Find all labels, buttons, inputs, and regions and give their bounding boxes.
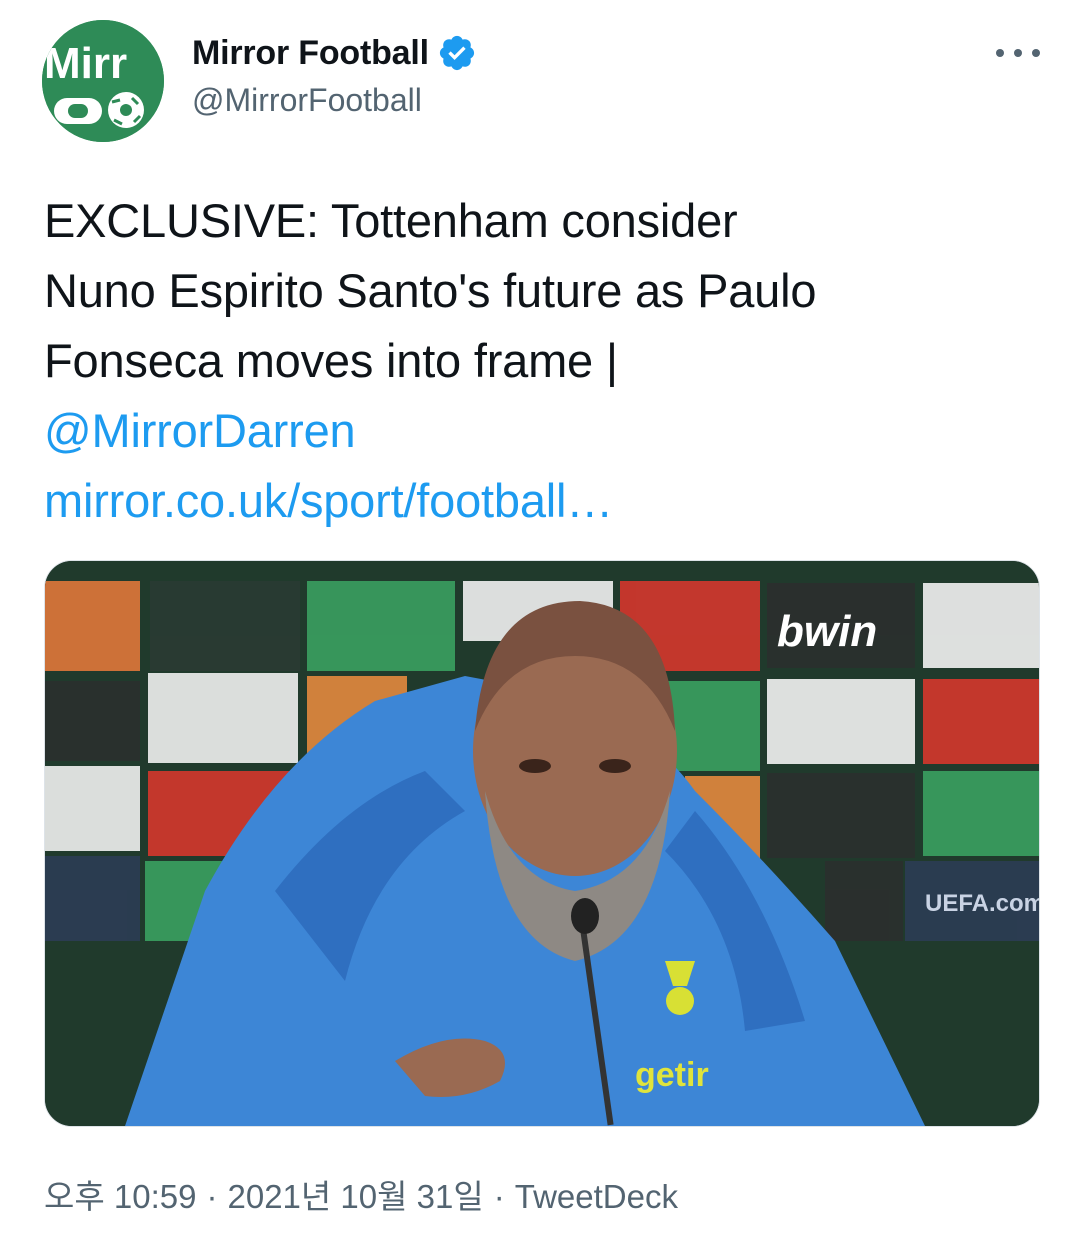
tweet-text: EXCLUSIVE: Tottenham consider Nuno Espir… (44, 186, 1044, 536)
tweet-photo[interactable]: bwin UEFA.com getir (44, 560, 1040, 1127)
tweet-line: Fonseca moves into frame | (44, 334, 618, 387)
meta-separator: · (206, 1178, 218, 1215)
tweet-meta: 오후 10:59 · 2021년 10월 31일 · TweetDeck (44, 1170, 678, 1218)
mirror-football-logo: Mirr (42, 20, 164, 142)
tweet-time[interactable]: 오후 10:59 (44, 1178, 196, 1215)
display-name[interactable]: Mirror Football (192, 34, 429, 73)
press-conference-photo: bwin UEFA.com getir (45, 561, 1039, 1126)
meta-separator: · (493, 1178, 505, 1215)
verified-badge-icon (437, 33, 477, 73)
tweet-source[interactable]: TweetDeck (515, 1178, 678, 1215)
tweet-date[interactable]: 2021년 10월 31일 (227, 1178, 483, 1215)
avatar[interactable]: Mirr (42, 20, 164, 142)
article-link[interactable]: mirror.co.uk/sport/football… (44, 466, 1044, 536)
avatar-logo-text: Mirr (44, 39, 127, 88)
tweet-line: Nuno Espirito Santo's future as Paulo (44, 264, 817, 317)
sponsor-board-text: bwin (777, 607, 877, 656)
author-handle[interactable]: @MirrorFootball (192, 82, 422, 119)
author-name-row: Mirror Football (192, 30, 477, 76)
more-dots-icon[interactable] (996, 38, 1040, 68)
uefa-board-text: UEFA.com (925, 890, 1039, 917)
mention-link[interactable]: @MirrorDarren (44, 396, 1044, 466)
tweet-line: EXCLUSIVE: Tottenham consider (44, 194, 738, 247)
shirt-sponsor-text: getir (635, 1056, 709, 1094)
